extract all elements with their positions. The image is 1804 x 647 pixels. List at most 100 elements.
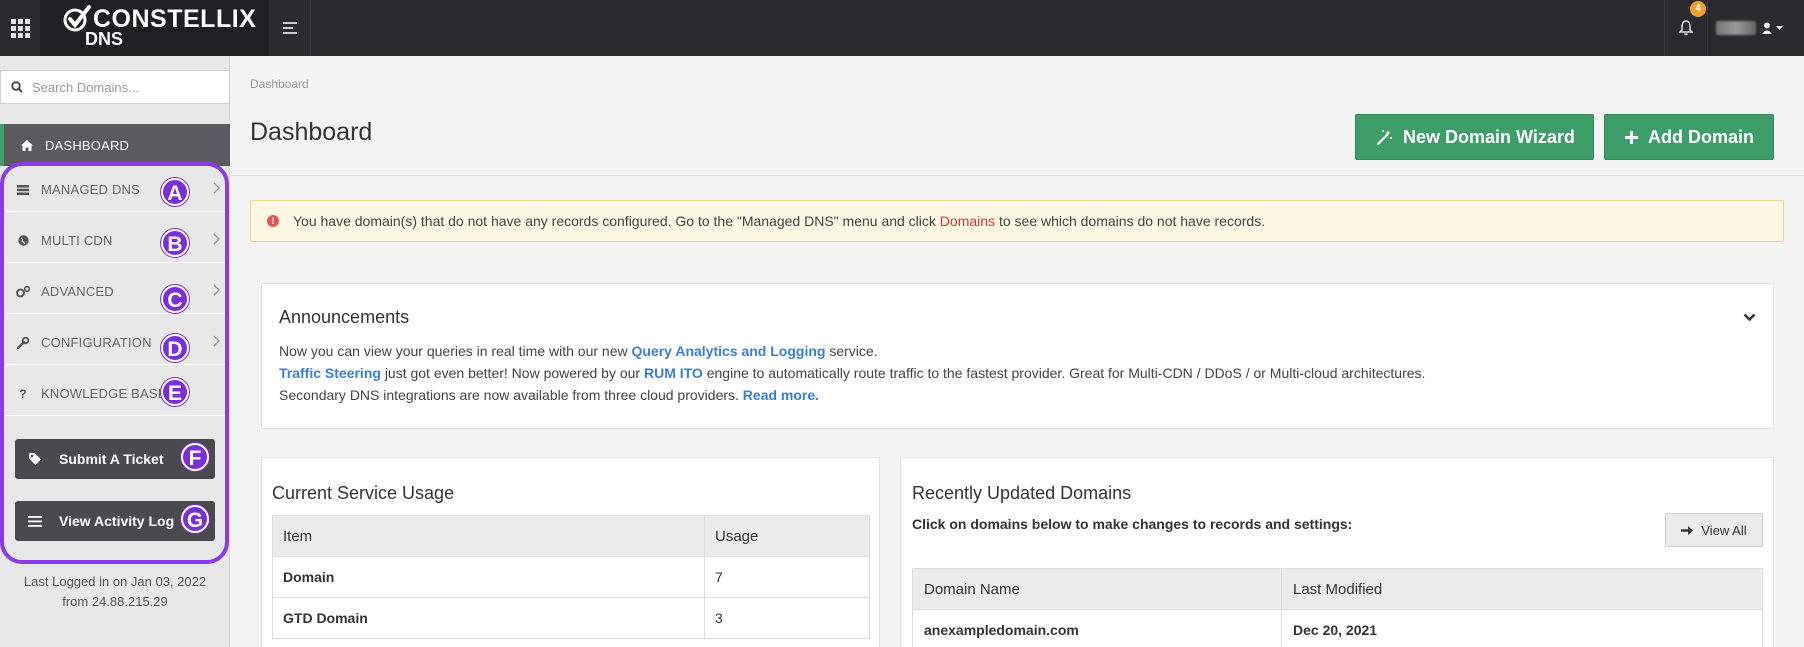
sidebar-item-multi-cdn[interactable]: MULTI CDN — [5, 219, 225, 263]
arrow-right-icon — [1681, 525, 1694, 536]
tag-icon — [27, 453, 43, 465]
annotation-badge-e: E — [161, 378, 189, 406]
last-login-ip: from 24.88.215.29 — [62, 594, 168, 609]
new-domain-wizard-label: New Domain Wizard — [1403, 126, 1575, 147]
table-header-row: Domain Name Last Modified — [912, 568, 1763, 610]
last-login-info: Last Logged in on Jan 03, 2022 from 24.8… — [0, 572, 230, 612]
column-header-last-modified: Last Modified — [1281, 568, 1763, 610]
submit-ticket-label: Submit A Ticket — [59, 451, 164, 467]
globe-icon — [15, 235, 31, 246]
rum-ito-link[interactable]: RUM ITO — [644, 365, 703, 381]
announcements-title: Announcements — [279, 307, 410, 327]
read-more-link[interactable]: Read more. — [743, 387, 819, 403]
home-icon — [19, 139, 35, 151]
table-row: Domain 7 — [272, 556, 870, 598]
app-grid-button[interactable] — [0, 0, 40, 56]
new-domain-wizard-button[interactable]: New Domain Wizard — [1355, 114, 1594, 160]
table-row[interactable]: anexampledomain.com Dec 20, 2021 — [912, 609, 1763, 647]
view-all-label: View All — [1701, 522, 1747, 538]
wrench-icon — [15, 336, 31, 349]
top-bar: CONSTELLIX DNS 4 — [0, 0, 1804, 56]
announcement-line: Traffic Steering just got even better! N… — [279, 365, 1426, 381]
recent-domains-title: Recently Updated Domains — [912, 483, 1132, 503]
sidebar-toggle-button[interactable] — [269, 0, 311, 56]
server-icon — [15, 184, 31, 195]
user-name-redacted — [1716, 21, 1756, 35]
page-title: Dashboard — [250, 118, 373, 146]
sidebar: DASHBOARD MANAGED DNS MULTI CDN ADVANCED… — [0, 56, 230, 647]
add-domain-button[interactable]: Add Domain — [1604, 114, 1774, 160]
chevron-right-icon — [213, 335, 220, 347]
user-menu-button[interactable] — [1707, 0, 1804, 56]
gears-icon — [15, 285, 31, 298]
no-records-alert: ! You have domain(s) that do not have an… — [250, 200, 1784, 242]
usage-item-cell: Domain — [272, 556, 705, 598]
view-all-button[interactable]: View All — [1665, 513, 1763, 547]
recent-domains-panel: Recently Updated Domains Click on domain… — [900, 457, 1774, 647]
usage-value-cell: 7 — [704, 556, 870, 598]
add-domain-label: Add Domain — [1648, 126, 1754, 147]
sidebar-item-label: ADVANCED — [41, 284, 114, 299]
recent-domains-subtitle: Click on domains below to make changes t… — [912, 516, 1353, 532]
sidebar-item-configuration[interactable]: CONFIGURATION — [5, 321, 225, 365]
alert-exclamation-icon: ! — [267, 215, 279, 227]
logo[interactable]: CONSTELLIX DNS — [40, 0, 269, 56]
table-header-row: Item Usage — [272, 515, 870, 557]
sidebar-item-knowledge-base[interactable]: ? KNOWLEDGE BASE — [5, 372, 225, 416]
annotation-badge-b: B — [161, 229, 189, 257]
domain-name-cell[interactable]: anexampledomain.com — [912, 609, 1282, 647]
chevron-down-icon[interactable] — [1743, 313, 1756, 322]
view-activity-log-label: View Activity Log — [59, 513, 175, 529]
alert-domains-link[interactable]: Domains — [940, 213, 995, 229]
plus-icon — [1625, 130, 1638, 144]
annotation-badge-c: C — [161, 285, 189, 313]
last-login-date: Last Logged in on Jan 03, 2022 — [23, 574, 207, 589]
breadcrumb[interactable]: Dashboard — [250, 77, 309, 91]
annotation-badge-a: A — [161, 178, 189, 206]
recent-domains-table: Domain Name Last Modified anexampledomai… — [912, 568, 1763, 647]
domain-search-box — [0, 70, 230, 104]
column-header-usage: Usage — [704, 515, 870, 557]
app-grid-icon — [10, 18, 30, 38]
sidebar-item-label: KNOWLEDGE BASE — [41, 386, 167, 401]
service-usage-panel: Current Service Usage Item Usage Domain … — [261, 457, 880, 647]
annotation-badge-d: D — [161, 334, 189, 362]
annotation-badge-g: G — [181, 505, 209, 533]
usage-value-cell: 3 — [704, 597, 870, 639]
column-header-domain-name: Domain Name — [912, 568, 1282, 610]
announcement-line: Secondary DNS integrations are now avail… — [279, 387, 820, 403]
search-icon — [11, 81, 23, 93]
sidebar-item-dashboard[interactable]: DASHBOARD — [0, 124, 230, 166]
sidebar-item-label: CONFIGURATION — [41, 335, 152, 350]
magic-wand-icon — [1376, 129, 1393, 146]
column-header-item: Item — [272, 515, 705, 557]
announcements-panel: Announcements Now you can view your quer… — [261, 283, 1774, 429]
alert-text-before: You have domain(s) that do not have any … — [293, 213, 936, 229]
user-icon — [1762, 22, 1783, 34]
search-domains-input[interactable] — [32, 79, 212, 95]
sidebar-item-label: MULTI CDN — [41, 233, 113, 248]
alert-text-after: to see which domains do not have records… — [998, 213, 1266, 229]
question-icon: ? — [19, 386, 27, 401]
usage-item-cell: GTD Domain — [272, 597, 705, 639]
sidebar-item-advanced[interactable]: ADVANCED — [5, 270, 225, 314]
sidebar-item-managed-dns[interactable]: MANAGED DNS — [5, 168, 225, 212]
notifications-button[interactable]: 4 — [1664, 0, 1706, 56]
service-usage-title: Current Service Usage — [272, 483, 455, 503]
sidebar-item-label: DASHBOARD — [45, 137, 130, 153]
list-icon — [27, 515, 43, 527]
bell-icon — [1678, 20, 1693, 36]
page-header: Dashboard Dashboard New Domain Wizard Ad… — [231, 56, 1804, 176]
main-content: Dashboard Dashboard New Domain Wizard Ad… — [231, 56, 1804, 647]
query-analytics-link[interactable]: Query Analytics and Logging — [632, 343, 826, 359]
hamburger-icon — [282, 19, 297, 37]
table-row: GTD Domain 3 — [272, 597, 870, 639]
annotation-badge-f: F — [181, 443, 209, 471]
notification-count-badge: 4 — [1690, 1, 1706, 17]
traffic-steering-link[interactable]: Traffic Steering — [279, 365, 381, 381]
chevron-right-icon — [213, 284, 220, 296]
chevron-right-icon — [213, 233, 220, 245]
chevron-right-icon — [213, 182, 220, 194]
announcement-line: Now you can view your queries in real ti… — [279, 343, 878, 359]
last-modified-cell: Dec 20, 2021 — [1281, 609, 1763, 647]
